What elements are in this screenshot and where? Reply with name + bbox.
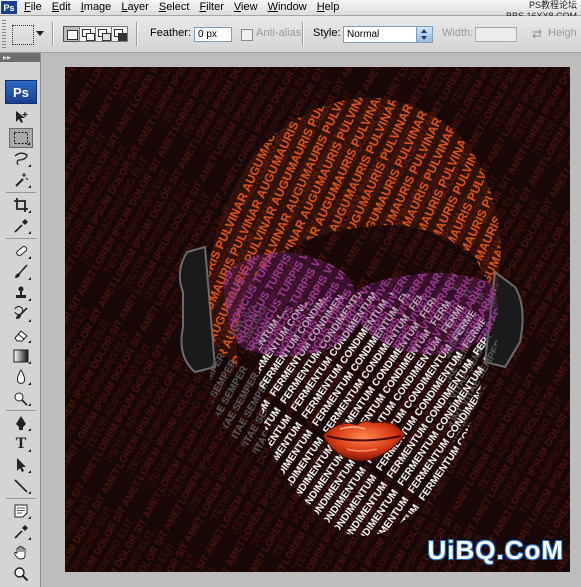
menu-select[interactable]: Select bbox=[154, 0, 195, 15]
photoshop-logo[interactable]: Ps bbox=[5, 80, 37, 104]
move-tool-icon[interactable] bbox=[9, 107, 33, 127]
options-bar: Feather: 0 px Anti-alias Style: Normal W… bbox=[0, 16, 581, 53]
menu-bar: Ps File Edit Image Layer Select Filter V… bbox=[0, 0, 581, 16]
feather-input[interactable]: 0 px bbox=[194, 27, 232, 42]
menu-help[interactable]: Help bbox=[312, 0, 345, 15]
crop-tool-icon[interactable] bbox=[9, 195, 33, 215]
eyedropper-tool-icon[interactable] bbox=[9, 216, 33, 236]
toolbox: ▸▸ Ps T bbox=[0, 53, 41, 587]
divider bbox=[52, 22, 54, 46]
width-input[interactable] bbox=[475, 27, 517, 42]
antialias-label: Anti-alias bbox=[256, 27, 302, 39]
intersect-selection-button[interactable] bbox=[111, 26, 128, 42]
height-label: Heigh bbox=[548, 27, 577, 39]
brush-tool-icon[interactable] bbox=[9, 262, 33, 282]
lasso-tool-icon[interactable] bbox=[9, 149, 33, 169]
zoom-tool-icon[interactable] bbox=[9, 564, 33, 584]
menu-layer[interactable]: Layer bbox=[116, 0, 154, 15]
menu-view[interactable]: View bbox=[229, 0, 263, 15]
updown-arrow-icon bbox=[416, 27, 432, 42]
style-label: Style: bbox=[313, 27, 341, 39]
path-selection-tool-icon[interactable] bbox=[9, 455, 33, 475]
tool-preset-picker[interactable] bbox=[12, 25, 34, 45]
divider bbox=[136, 22, 138, 46]
clone-stamp-tool-icon[interactable] bbox=[9, 283, 33, 303]
magic-wand-tool-icon[interactable] bbox=[9, 170, 33, 190]
typographic-portrait-artwork: LOREM IPSUM DOLOR SIT AMET CONSECTETUR A… bbox=[65, 67, 570, 572]
subtract-from-selection-button[interactable] bbox=[95, 26, 112, 42]
app-logo-icon: Ps bbox=[1, 1, 17, 14]
document-workspace[interactable]: LOREM IPSUM DOLOR SIT AMET CONSECTETUR A… bbox=[41, 53, 581, 587]
line-tool-icon[interactable] bbox=[9, 476, 33, 496]
gradient-tool-icon[interactable] bbox=[9, 346, 33, 366]
add-to-selection-button[interactable] bbox=[79, 26, 96, 42]
antialias-checkbox[interactable] bbox=[241, 29, 253, 41]
divider bbox=[302, 22, 304, 46]
style-select[interactable]: Normal bbox=[343, 26, 433, 43]
document-canvas[interactable]: LOREM IPSUM DOLOR SIT AMET CONSECTETUR A… bbox=[65, 67, 570, 572]
menu-filter[interactable]: Filter bbox=[194, 0, 228, 15]
options-bar-grip[interactable] bbox=[2, 20, 6, 48]
style-select-value: Normal bbox=[347, 29, 380, 40]
history-brush-tool-icon[interactable] bbox=[9, 304, 33, 324]
notes-tool-icon[interactable] bbox=[9, 501, 33, 521]
pen-tool-icon[interactable] bbox=[9, 413, 33, 433]
eyedropper-sampler-icon[interactable] bbox=[9, 522, 33, 542]
menu-window[interactable]: Window bbox=[263, 0, 312, 15]
site-watermark: UiBQ.CoM bbox=[427, 535, 564, 565]
menu-image[interactable]: Image bbox=[76, 0, 117, 15]
dodge-tool-icon[interactable] bbox=[9, 388, 33, 408]
type-tool-icon[interactable]: T bbox=[9, 434, 33, 454]
blur-tool-icon[interactable] bbox=[9, 367, 33, 387]
marquee-tool-icon[interactable] bbox=[9, 128, 33, 148]
swap-arrows-icon[interactable]: ⇄ bbox=[532, 27, 542, 41]
chevron-down-icon[interactable] bbox=[36, 31, 44, 36]
forum-watermark-line1: PS教程论坛 bbox=[528, 0, 577, 10]
collapse-toolbox-icon[interactable]: ▸▸ bbox=[0, 53, 40, 62]
healing-brush-tool-icon[interactable] bbox=[9, 241, 33, 261]
menu-edit[interactable]: Edit bbox=[47, 0, 76, 15]
eraser-tool-icon[interactable] bbox=[9, 325, 33, 345]
width-label: Width: bbox=[442, 27, 474, 39]
feather-label: Feather: bbox=[150, 27, 191, 39]
new-selection-button[interactable] bbox=[63, 26, 80, 42]
menu-file[interactable]: File bbox=[19, 0, 47, 15]
hand-tool-icon[interactable] bbox=[9, 543, 33, 563]
